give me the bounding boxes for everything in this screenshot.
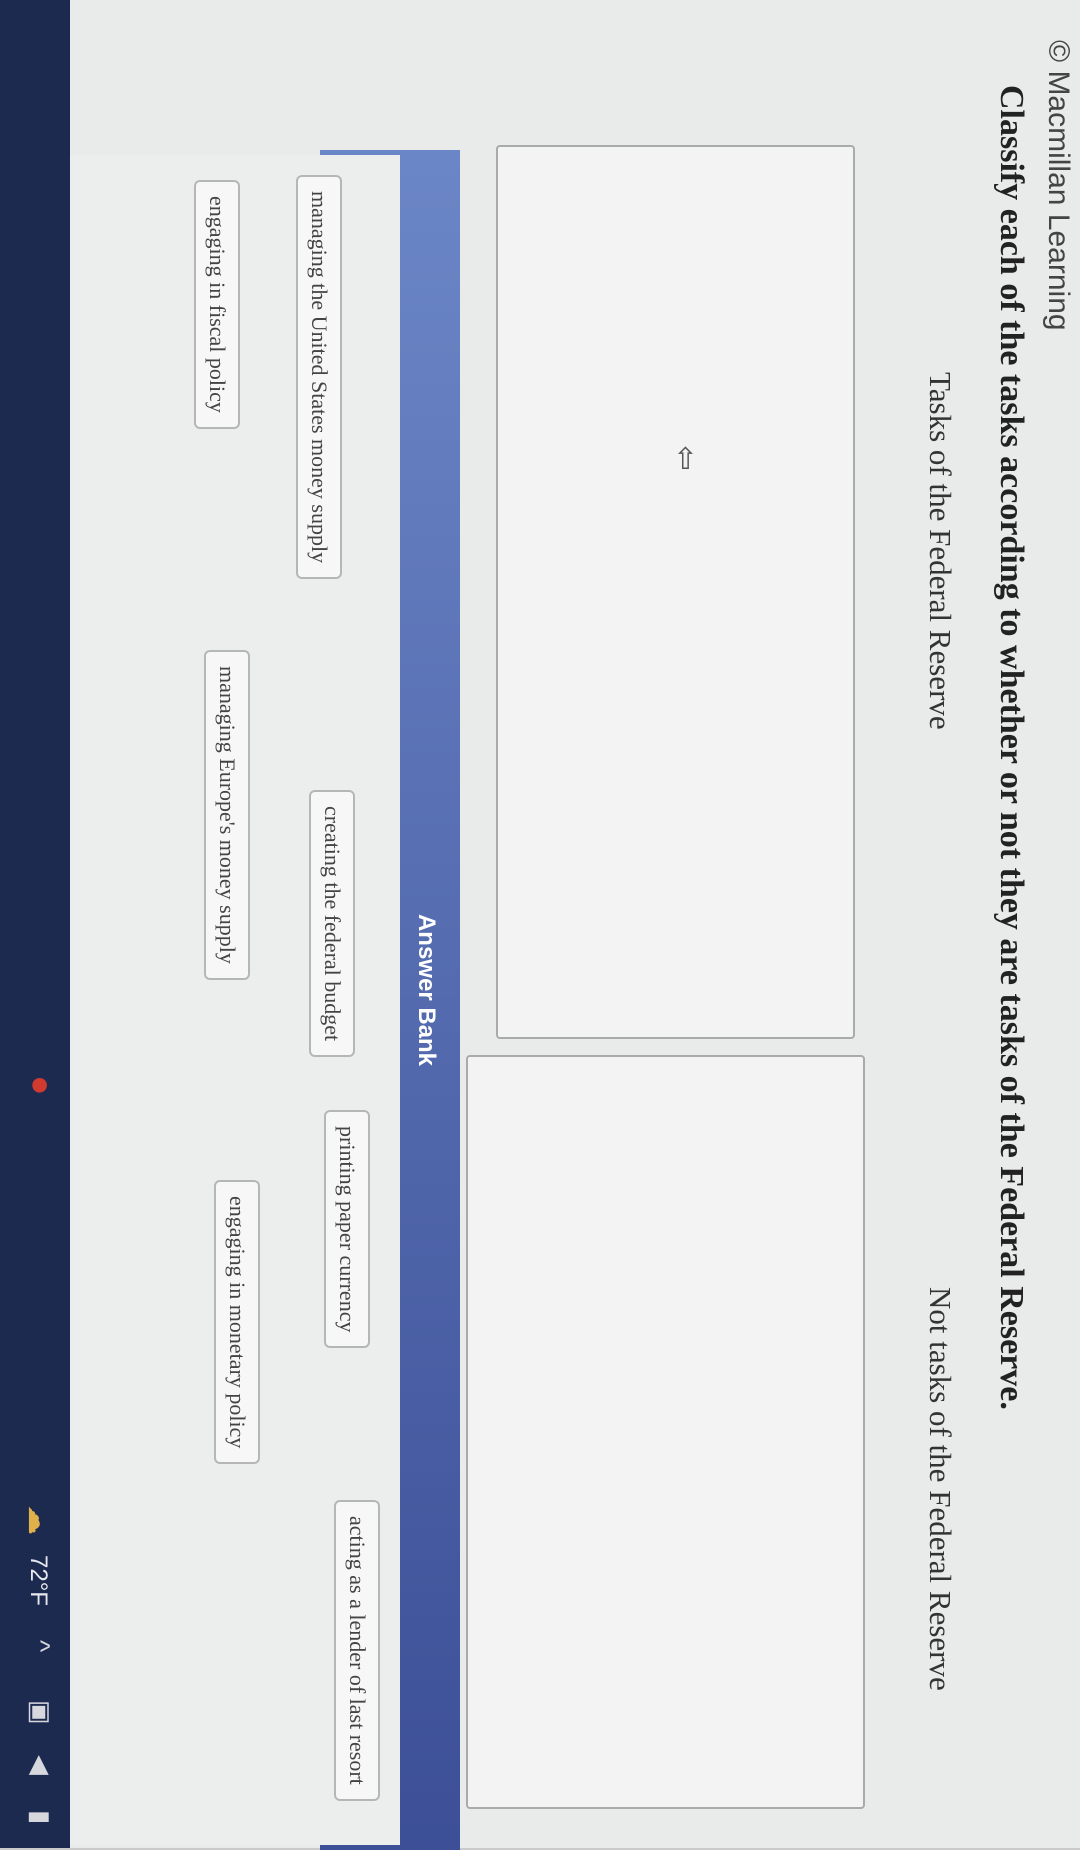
screen: © Macmillan Learning Classify each of th…: [0, 0, 1080, 1850]
taskbar: ● ☁ 72°F ^ ▣ ◀ ▮: [0, 0, 70, 1848]
answer-chip[interactable]: managing the United States money supply: [296, 175, 342, 580]
bin-title-tasks-of-fed: Tasks of the Federal Reserve: [923, 372, 958, 730]
answer-chip[interactable]: engaging in monetary policy: [214, 1180, 260, 1465]
answer-chip[interactable]: creating the federal budget: [309, 790, 355, 1058]
answer-chip[interactable]: printing paper currency: [324, 1110, 370, 1349]
network-icon[interactable]: ▣: [25, 1700, 56, 1725]
answer-chip[interactable]: engaging in fiscal policy: [194, 180, 240, 429]
volume-icon[interactable]: ◀: [25, 1755, 56, 1775]
mouse-cursor-icon: ⇧: [672, 443, 699, 477]
weather-icon[interactable]: ☁: [21, 1505, 56, 1535]
chevron-up-icon[interactable]: ^: [25, 1640, 56, 1652]
question-prompt: Classify each of the tasks according to …: [993, 85, 1030, 1410]
weather-temperature[interactable]: 72°F: [24, 1555, 52, 1606]
answer-chip[interactable]: acting as a lender of last resort: [334, 1500, 380, 1801]
app-icon[interactable]: ●: [21, 1075, 60, 1096]
answer-bank-title: Answer Bank: [413, 913, 440, 1067]
answer-chip[interactable]: managing Europe's money supply: [204, 650, 250, 980]
battery-icon[interactable]: ▮: [25, 1810, 56, 1824]
bin-tasks-of-fed[interactable]: Tasks of the Federal Reserve ⇧: [496, 145, 958, 1039]
copyright-text: © Macmillan Learning: [1042, 40, 1075, 331]
bin-not-tasks-of-fed[interactable]: Not tasks of the Federal Reserve: [466, 1055, 958, 1809]
bin-title-not-tasks-of-fed: Not tasks of the Federal Reserve: [923, 1287, 958, 1691]
